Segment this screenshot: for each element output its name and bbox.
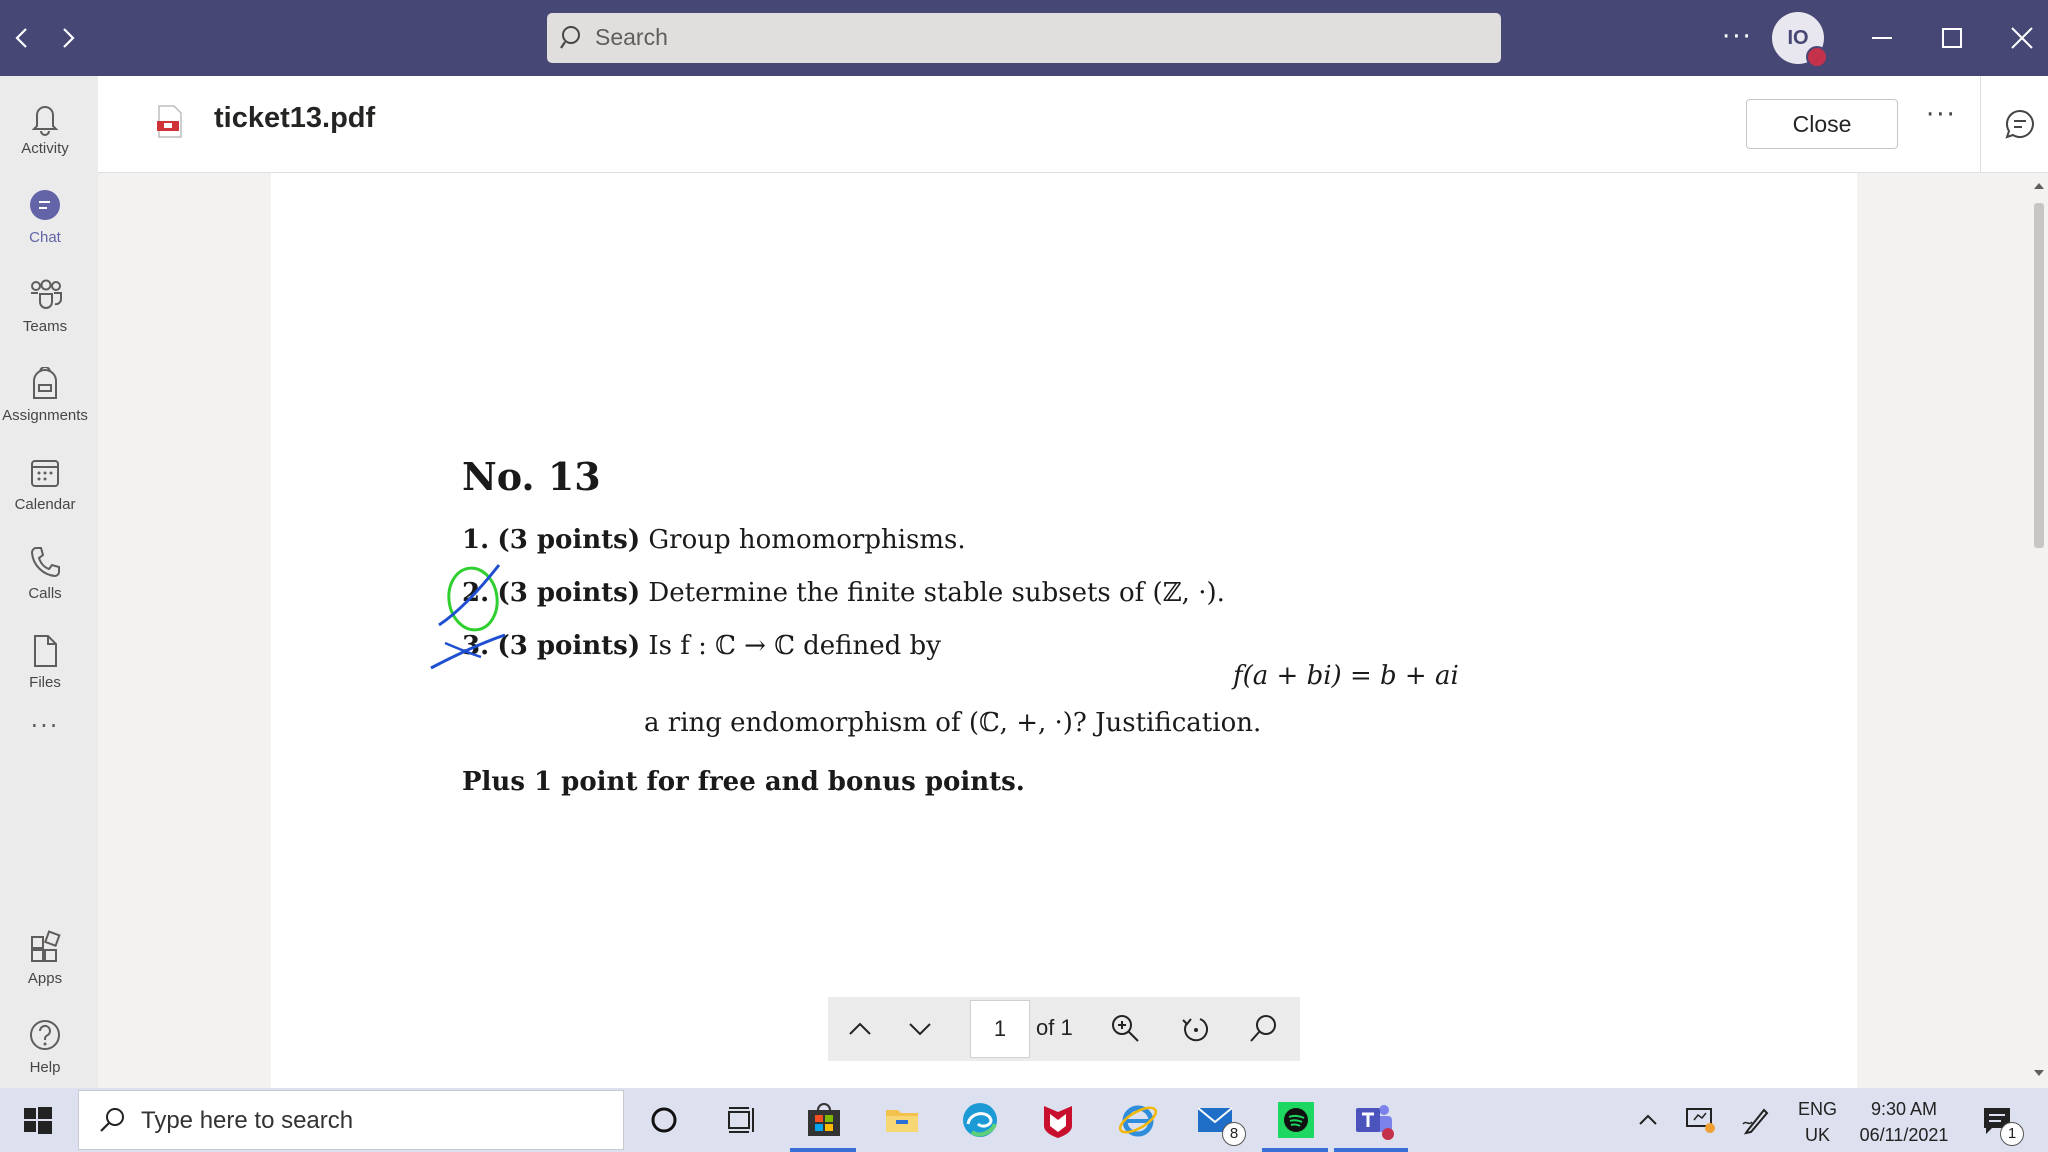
language-region: UK — [1805, 1125, 1831, 1145]
rail-item-files[interactable]: Files — [0, 620, 90, 704]
internet-explorer-icon[interactable] — [1116, 1098, 1160, 1142]
system-clock[interactable]: 9:30 AM 06/11/2021 — [1852, 1096, 1956, 1148]
pdf-file-icon — [157, 105, 182, 138]
rail-item-label: Chat — [29, 229, 61, 246]
rail-item-calendar[interactable]: Calendar — [0, 442, 90, 526]
rail-item-teams[interactable]: Teams — [0, 264, 90, 348]
search-icon — [560, 26, 580, 49]
app-rail: Activity Chat Teams Assignments Calendar… — [0, 76, 98, 1088]
question-3-continuation: a ring endomorphism of (ℂ, +, ·)? Justif… — [644, 708, 1262, 738]
next-page-icon[interactable] — [902, 1011, 938, 1047]
language-code: ENG — [1798, 1099, 1838, 1119]
previous-page-icon[interactable] — [842, 1011, 878, 1047]
bell-icon — [31, 106, 59, 136]
zoom-in-icon[interactable] — [1108, 1011, 1144, 1047]
clock-time: 9:30 AM — [1870, 1099, 1938, 1119]
mcafee-icon[interactable] — [1036, 1098, 1080, 1142]
title-bar: Search ··· IO — [0, 0, 2048, 76]
question-3-formula: f(a + bi) = b + ai — [1233, 661, 1459, 691]
close-window-icon[interactable] — [2002, 18, 2042, 58]
more-options-icon[interactable]: ··· — [1722, 22, 1753, 52]
search-input[interactable]: Search — [547, 13, 1501, 63]
windows-taskbar: Type here to search 8 ENG UK 9:30 AM 06/… — [0, 1088, 2048, 1152]
chat-icon — [30, 190, 60, 220]
teams-running-indicator — [1334, 1148, 1408, 1152]
pdf-toolbar: of 1 — [828, 997, 1300, 1061]
scroll-down-icon[interactable] — [2033, 1068, 2045, 1078]
rail-item-label: Assignments — [2, 407, 88, 424]
ink-annotations — [430, 564, 506, 670]
rotate-icon[interactable] — [1178, 1011, 1214, 1047]
minimize-icon[interactable] — [1862, 18, 1902, 58]
pdf-viewer: No. 13 1. (3 points) Group homomorphisms… — [98, 173, 2030, 1088]
rail-item-chat[interactable]: Chat — [0, 175, 90, 259]
search-icon — [100, 1108, 124, 1132]
mail-badge: 8 — [1222, 1122, 1246, 1146]
file-header: ticket13.pdf Close ··· — [98, 76, 2048, 173]
teams-app-icon[interactable] — [1352, 1098, 1396, 1142]
backpack-icon — [33, 367, 57, 399]
rail-item-activity[interactable]: Activity — [0, 86, 90, 170]
show-hidden-icons-chevron[interactable] — [1634, 1108, 1662, 1132]
teams-icon — [31, 279, 62, 309]
close-button[interactable]: Close — [1746, 99, 1898, 149]
forward-arrow-icon[interactable] — [50, 20, 86, 56]
back-arrow-icon[interactable] — [4, 20, 40, 56]
spotify-running-indicator — [1262, 1148, 1328, 1152]
more-options-icon[interactable]: ··· — [1926, 100, 1957, 130]
rail-item-apps[interactable]: Apps — [0, 916, 90, 1000]
cortana-icon[interactable] — [642, 1098, 686, 1142]
scroll-thumb[interactable] — [2034, 203, 2044, 548]
maximize-icon[interactable] — [1932, 18, 1972, 58]
file-explorer-icon[interactable] — [880, 1098, 924, 1142]
rail-item-help[interactable]: Help — [0, 1005, 90, 1089]
rail-item-label: Teams — [22, 318, 68, 335]
rail-item-label: Help — [29, 1059, 61, 1076]
conversation-icon[interactable] — [2004, 108, 2036, 140]
rail-item-label: Apps — [27, 970, 63, 987]
taskbar-search-input[interactable]: Type here to search — [78, 1090, 624, 1150]
more-icon: ··· — [30, 712, 60, 740]
calendar-icon — [31, 460, 59, 487]
page-count: of 1 — [1036, 1015, 1073, 1040]
phone-icon — [30, 547, 60, 578]
notifications-badge: 1 — [2000, 1122, 2024, 1146]
bonus-note: Plus 1 point for free and bonus points. — [462, 767, 1025, 797]
rail-item-assignments[interactable]: Assignments — [0, 353, 90, 437]
scroll-up-icon[interactable] — [2033, 181, 2045, 191]
search-placeholder: Search — [595, 24, 668, 50]
apps-icon — [31, 930, 61, 962]
store-icon[interactable] — [802, 1098, 846, 1142]
pen-workspace-icon[interactable] — [1740, 1104, 1772, 1136]
device-status-icon[interactable] — [1684, 1104, 1718, 1136]
store-running-indicator — [790, 1148, 856, 1152]
language-indicator[interactable]: ENG UK — [1798, 1096, 1837, 1148]
help-icon — [30, 1020, 60, 1050]
rail-item-label: Calls — [28, 585, 62, 602]
task-view-icon[interactable] — [720, 1098, 764, 1142]
vertical-scrollbar[interactable] — [2030, 173, 2048, 1088]
presence-status-dot — [1806, 46, 1828, 68]
header-divider — [1980, 76, 1981, 172]
page-number-input[interactable] — [970, 1000, 1030, 1058]
edge-icon[interactable] — [958, 1098, 1002, 1142]
file-name: ticket13.pdf — [214, 102, 376, 134]
windows-start-icon[interactable] — [24, 1107, 52, 1135]
rail-item-label: Files — [29, 674, 61, 691]
spotify-icon[interactable] — [1274, 1098, 1318, 1142]
find-icon[interactable] — [1246, 1011, 1282, 1047]
pdf-page: No. 13 1. (3 points) Group homomorphisms… — [271, 173, 1857, 1088]
file-icon — [34, 635, 57, 667]
rail-item-calls[interactable]: Calls — [0, 531, 90, 615]
taskbar-search-placeholder: Type here to search — [141, 1107, 354, 1134]
rail-item-label: Calendar — [14, 496, 76, 513]
clock-date: 06/11/2021 — [1859, 1125, 1949, 1145]
rail-item-label: Activity — [21, 140, 69, 157]
rail-item-more[interactable]: ··· — [0, 712, 90, 752]
